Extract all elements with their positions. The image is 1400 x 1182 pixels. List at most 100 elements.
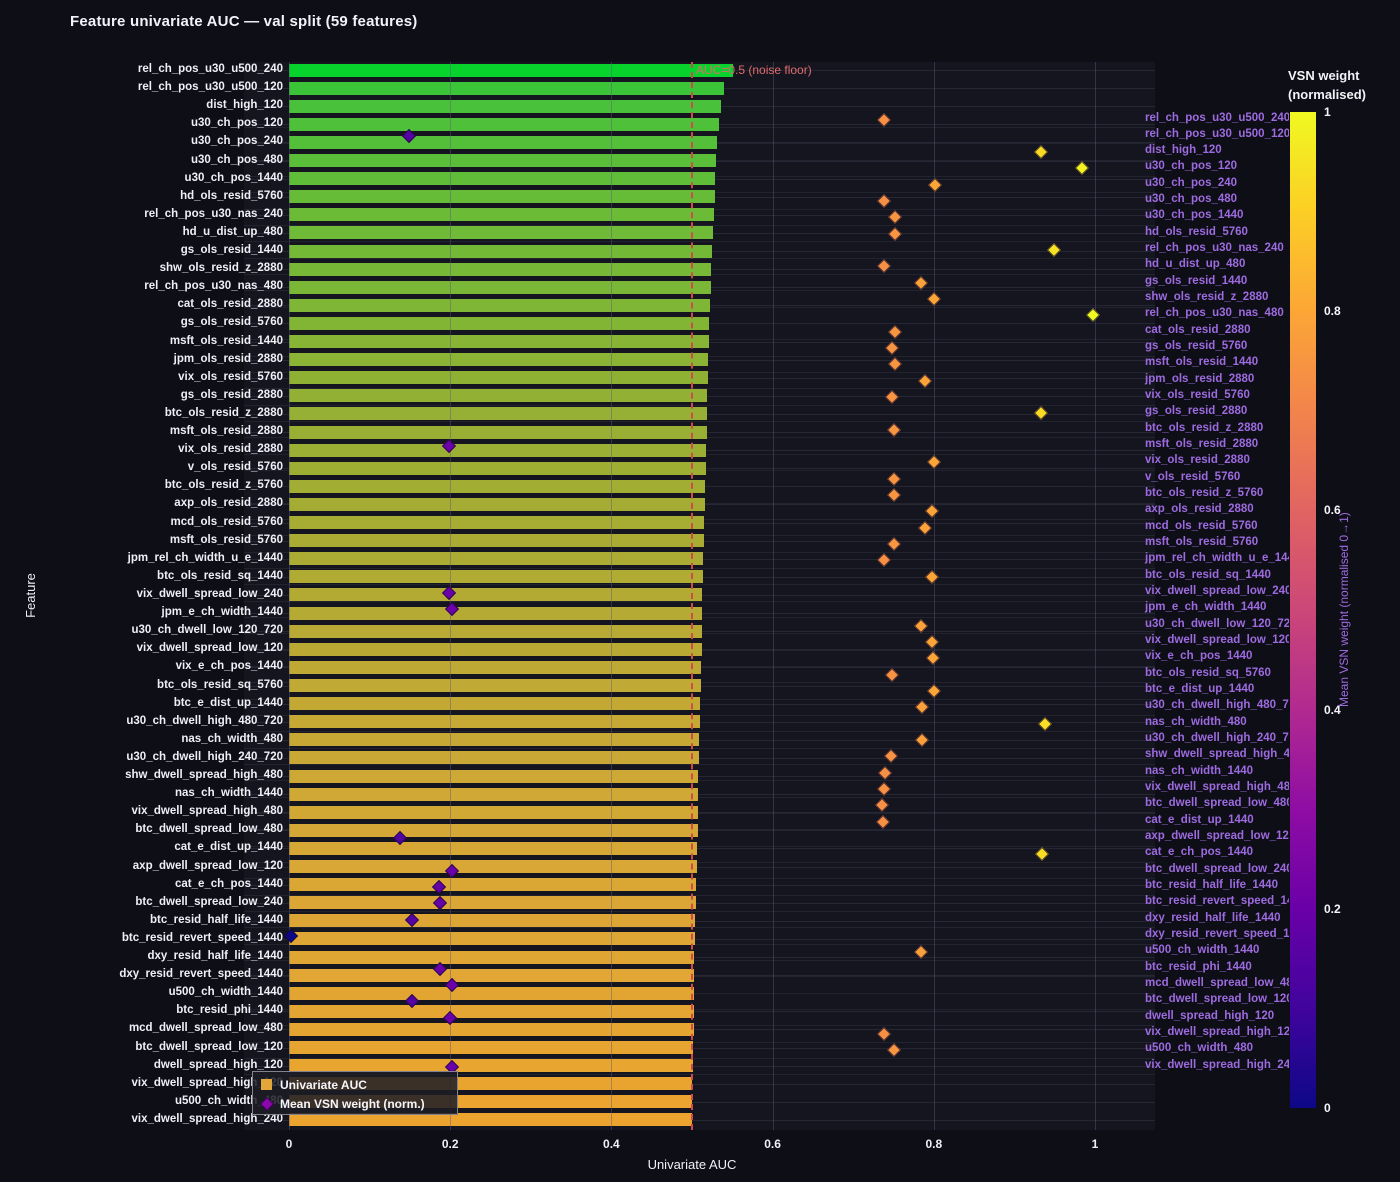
auc-bar[interactable] — [289, 951, 694, 964]
y-tick-label: btc_dwell_spread_low_240 — [135, 896, 283, 908]
auc-bar[interactable] — [289, 932, 695, 945]
auc-bar[interactable] — [289, 987, 694, 1000]
auc-bar[interactable] — [289, 64, 733, 77]
auc-bar[interactable] — [289, 480, 705, 493]
secondary-y-label: u30_ch_pos_240 — [1145, 177, 1237, 189]
auc-bar[interactable] — [289, 353, 708, 366]
auc-bar[interactable] — [289, 426, 707, 439]
y-tick-label: btc_resid_revert_speed_1440 — [122, 932, 283, 944]
auc-bar[interactable] — [289, 969, 694, 982]
auc-bar[interactable] — [289, 715, 700, 728]
auc-bar[interactable] — [289, 281, 711, 294]
legend-item-auc[interactable]: Univariate AUC — [261, 1075, 457, 1094]
auc-bar[interactable] — [289, 570, 703, 583]
auc-bar[interactable] — [289, 914, 695, 927]
diamond-swatch-icon — [260, 1096, 274, 1110]
auc-bar[interactable] — [289, 896, 696, 909]
auc-bar[interactable] — [289, 697, 700, 710]
auc-bar[interactable] — [289, 643, 702, 656]
secondary-y-label: mcd_dwell_spread_low_480 — [1145, 977, 1289, 989]
y-tick-label: u30_ch_pos_1440 — [185, 172, 283, 184]
auc-bar[interactable] — [289, 607, 702, 620]
secondary-row-gridline — [244, 927, 1155, 928]
colorbar-tick-label: 1 — [1324, 105, 1331, 119]
auc-bar[interactable] — [289, 1023, 694, 1036]
y-tick-label: vix_dwell_spread_high_480 — [132, 805, 284, 817]
auc-bar[interactable] — [289, 335, 709, 348]
auc-bar[interactable] — [289, 516, 704, 529]
auc-bar[interactable] — [289, 498, 705, 511]
auc-bar[interactable] — [289, 190, 715, 203]
auc-bar[interactable] — [289, 118, 719, 131]
legend: Univariate AUC Mean VSN weight (norm.) — [252, 1071, 458, 1115]
secondary-y-label: gs_ols_resid_1440 — [1145, 275, 1247, 287]
auc-bar[interactable] — [289, 806, 698, 819]
secondary-y-label: cat_e_dist_up_1440 — [1145, 814, 1254, 826]
auc-bar[interactable] — [289, 842, 697, 855]
auc-bar[interactable] — [289, 860, 697, 873]
secondary-y-label: jpm_ols_resid_2880 — [1145, 373, 1254, 385]
auc-bar[interactable] — [289, 299, 710, 312]
x-tick-label: 0.6 — [764, 1137, 781, 1151]
auc-bar[interactable] — [289, 534, 704, 547]
colorbar-tick-label: 0 — [1324, 1101, 1331, 1115]
auc-bar[interactable] — [289, 1005, 694, 1018]
auc-bar[interactable] — [289, 770, 698, 783]
y-tick-label: vix_ols_resid_2880 — [178, 443, 283, 455]
x-tick-label: 1 — [1092, 1137, 1099, 1151]
secondary-y-label: nas_ch_width_1440 — [1145, 765, 1253, 777]
auc-bar[interactable] — [289, 1113, 692, 1126]
auc-bar[interactable] — [289, 661, 701, 674]
y-tick-label: gs_ols_resid_1440 — [181, 244, 283, 256]
y-tick-label: hd_u_dist_up_480 — [183, 226, 283, 238]
secondary-row-gridline — [244, 258, 1155, 259]
auc-bar[interactable] — [289, 245, 712, 258]
y-tick-label: u30_ch_dwell_high_240_720 — [126, 751, 283, 763]
auc-bar[interactable] — [289, 462, 706, 475]
secondary-y-label: u30_ch_pos_120 — [1145, 160, 1237, 172]
secondary-y-label: rel_ch_pos_u30_u500_120 — [1145, 128, 1289, 140]
y-tick-label: vix_dwell_spread_low_240 — [137, 588, 283, 600]
y-tick-label: vix_ols_resid_5760 — [178, 371, 283, 383]
auc-bar[interactable] — [289, 317, 709, 330]
auc-bar[interactable] — [289, 625, 702, 638]
secondary-y-label: vix_ols_resid_2880 — [1145, 454, 1250, 466]
secondary-y-label: dwell_spread_high_120 — [1145, 1010, 1274, 1022]
auc-bar[interactable] — [289, 371, 708, 384]
auc-bar[interactable] — [289, 588, 702, 601]
auc-bar[interactable] — [289, 788, 698, 801]
auc-bar[interactable] — [289, 263, 711, 276]
auc-bar[interactable] — [289, 733, 699, 746]
auc-bar[interactable] — [289, 154, 716, 167]
secondary-y-label: vix_dwell_spread_low_240 — [1145, 585, 1289, 597]
y-tick-label: nas_ch_width_1440 — [175, 787, 283, 799]
auc-bar[interactable] — [289, 824, 698, 837]
auc-bar[interactable] — [289, 679, 701, 692]
auc-bar[interactable] — [289, 100, 721, 113]
x-tick-label: 0 — [286, 1137, 293, 1151]
auc-bar[interactable] — [289, 552, 703, 565]
auc-bar[interactable] — [289, 226, 713, 239]
x-gridline — [934, 62, 935, 1130]
auc-bar[interactable] — [289, 1041, 693, 1054]
y-tick-label: u30_ch_dwell_high_480_720 — [126, 715, 283, 727]
y-tick-label: gs_ols_resid_5760 — [181, 316, 283, 328]
auc-bar[interactable] — [289, 751, 699, 764]
y-tick-label: vix_e_ch_pos_1440 — [176, 660, 283, 672]
auc-bar[interactable] — [289, 208, 714, 221]
secondary-y-label: u30_ch_pos_480 — [1145, 193, 1237, 205]
auc-bar[interactable] — [289, 136, 717, 149]
auc-bar[interactable] — [289, 444, 706, 457]
auc-bar[interactable] — [289, 82, 724, 95]
y-tick-label: shw_ols_resid_z_2880 — [160, 262, 283, 274]
secondary-y-label: btc_dwell_spread_low_240 — [1145, 863, 1289, 875]
secondary-y-label: nas_ch_width_480 — [1145, 716, 1247, 728]
secondary-y-label: v_ols_resid_5760 — [1145, 471, 1240, 483]
legend-item-vsn[interactable]: Mean VSN weight (norm.) — [261, 1094, 457, 1113]
secondary-y-label: u30_ch_dwell_high_240_720 — [1145, 732, 1289, 744]
y-tick-label: mcd_ols_resid_5760 — [170, 516, 283, 528]
auc-bar[interactable] — [289, 878, 696, 891]
auc-bar[interactable] — [289, 389, 707, 402]
auc-bar[interactable] — [289, 407, 707, 420]
auc-bar[interactable] — [289, 172, 715, 185]
